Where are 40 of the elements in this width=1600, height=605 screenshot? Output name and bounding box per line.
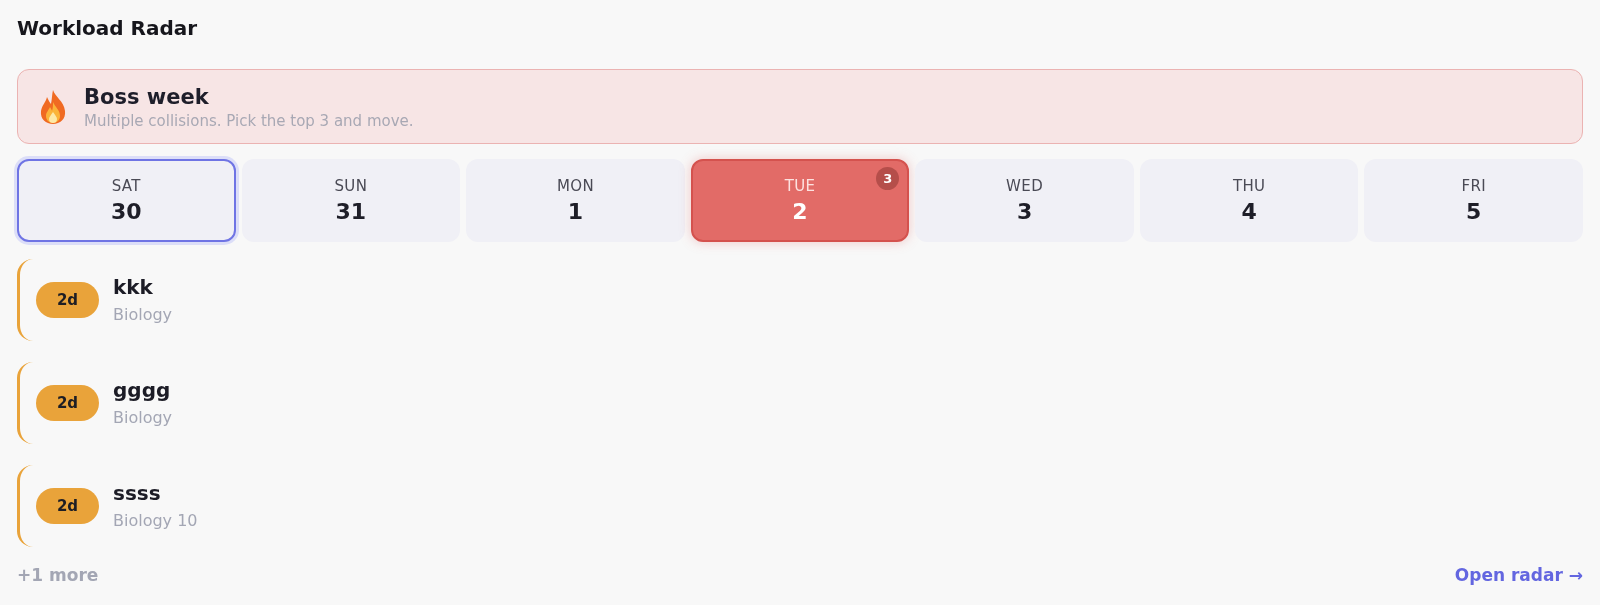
date-number: 30 — [110, 197, 142, 226]
weekday-label: WED — [1006, 175, 1044, 196]
day-tile[interactable]: MON 1 — [466, 159, 685, 242]
task-title: kkk — [113, 274, 154, 300]
fire-icon — [38, 88, 68, 125]
day-tile[interactable]: THU 4 — [1139, 159, 1359, 242]
weekday-label: TUE — [784, 175, 816, 196]
due-badge: 2d — [36, 488, 99, 524]
task-item[interactable]: 2d kkk Biology — [17, 259, 1583, 341]
day-tile[interactable]: TUE 2 3 — [690, 159, 910, 242]
task-subject: Biology — [113, 407, 173, 429]
date-number: 5 — [1466, 197, 1482, 226]
day-tile[interactable]: WED 3 — [915, 159, 1134, 242]
weekday-label: MON — [556, 175, 594, 196]
alert-title: Boss week — [84, 83, 210, 111]
open-radar-link[interactable]: Open radar → — [1454, 563, 1583, 587]
weekday-label: FRI — [1461, 175, 1487, 196]
weekday-label: THU — [1232, 175, 1266, 196]
day-tile[interactable]: SAT 30 — [17, 159, 236, 242]
count-badge: 3 — [876, 167, 900, 190]
weekday-label: SUN — [334, 175, 368, 196]
task-title: ssss — [113, 480, 162, 506]
task-subject: Biology — [113, 304, 173, 326]
task-item[interactable]: 2d gggg Biology — [17, 362, 1583, 444]
due-badge: 2d — [36, 385, 99, 421]
date-number: 1 — [567, 197, 584, 226]
date-number: 4 — [1241, 197, 1257, 226]
due-badge: 2d — [36, 282, 99, 318]
weekday-label: SAT — [111, 175, 141, 196]
date-number: 2 — [792, 197, 808, 226]
task-item[interactable]: 2d ssss Biology 10 — [17, 465, 1583, 547]
more-count: +1 more — [17, 564, 99, 587]
task-subject: Biology 10 — [113, 510, 198, 532]
widget-title: Workload Radar — [17, 15, 198, 42]
day-tile[interactable]: FRI 5 — [1364, 159, 1584, 242]
day-tile[interactable]: SUN 31 — [241, 159, 461, 242]
alert-message: Multiple collisions. Pick the top 3 and move. — [84, 110, 414, 131]
date-number: 31 — [335, 197, 367, 226]
date-number: 3 — [1016, 197, 1033, 226]
task-title: gggg — [113, 377, 172, 403]
